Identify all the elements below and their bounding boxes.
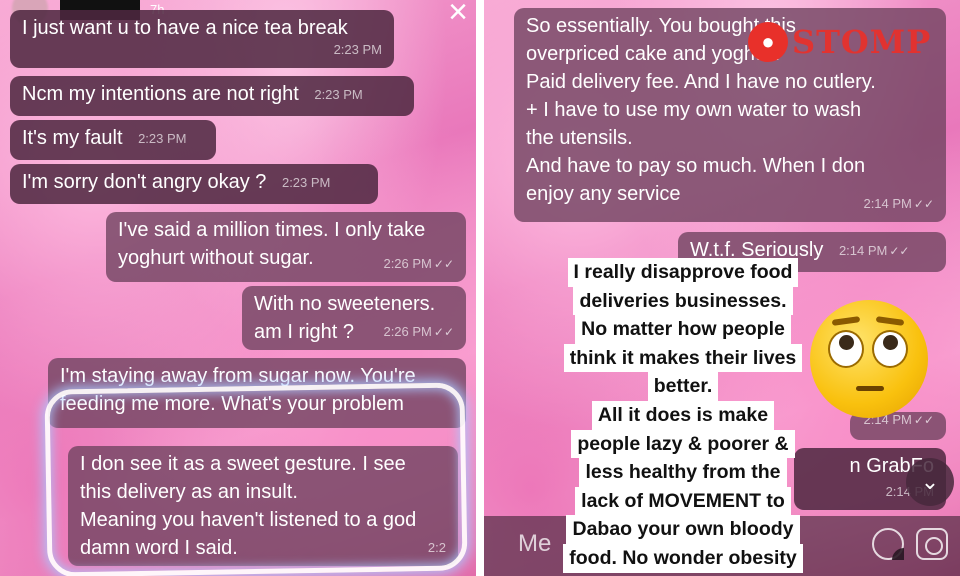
- read-receipt-icon: ✓✓: [889, 243, 910, 258]
- read-receipt-icon: ✓✓: [433, 325, 454, 339]
- story-text-overlay: I really disapprove food deliveries busin…: [548, 258, 818, 573]
- read-receipt-icon: ✓✓: [433, 257, 454, 271]
- message-time: 2:23 PM: [314, 86, 363, 102]
- close-icon[interactable]: ×: [448, 0, 468, 29]
- message-time-text: 2:26 PM: [383, 324, 432, 339]
- story-text-line: lack of MOVEMENT to: [575, 486, 791, 516]
- message-time: 2:23 PM: [138, 130, 187, 146]
- message-time: 2:23 PM: [281, 174, 331, 190]
- chevron-down-icon: ⌄: [920, 469, 940, 494]
- emoji-pupil: [883, 335, 898, 350]
- stomp-logo: ● STOMP: [748, 20, 931, 64]
- message-bubble-incoming: I just want u to have a nice tea break 2…: [10, 10, 394, 68]
- eye-roll-emoji: [810, 300, 928, 418]
- message-text: It's my fault: [22, 127, 123, 149]
- story-text-line: less healthy from the: [579, 458, 787, 487]
- story-text-line: No matter how people: [575, 315, 791, 344]
- read-receipt-icon: ✓✓: [913, 197, 934, 211]
- left-screenshot-panel: 7h × I just want u to have a nice tea br…: [0, 0, 476, 576]
- message-bubble-outgoing: With no sweeteners. am I right ? 2:26 PM…: [242, 286, 466, 350]
- message-time-text: 2:14 PM: [863, 196, 912, 211]
- message-input[interactable]: Me: [518, 530, 551, 558]
- read-receipt-icon: ✓✓: [913, 413, 934, 427]
- story-text-line: food. No wonder obesity: [563, 543, 803, 573]
- footprint-icon: ●: [748, 22, 788, 62]
- story-text-line: Dabao your own bloody: [566, 515, 800, 544]
- story-text-line: people lazy & poorer &: [571, 429, 795, 459]
- story-text-line: deliveries businesses.: [573, 286, 793, 316]
- message-time-text: 2:26 PM: [383, 256, 432, 271]
- emoji-mouth: [856, 386, 884, 391]
- emoji-pupil: [839, 335, 854, 350]
- story-text-line: I really disapprove food: [567, 258, 799, 287]
- highlight-annotation: [44, 382, 468, 576]
- sticker-icon[interactable]: [872, 528, 904, 560]
- message-text: I just want u to have a nice tea break: [22, 17, 348, 39]
- message-bubble-incoming: Ncm my intentions are not right 2:23 PM: [10, 76, 414, 116]
- message-bubble-incoming: It's my fault 2:23 PM: [10, 120, 216, 160]
- emoji-brow: [831, 316, 861, 326]
- scroll-down-button[interactable]: ⌄: [906, 458, 954, 506]
- emoji-eye: [872, 330, 908, 368]
- emoji-eye: [828, 330, 864, 368]
- story-text-line: better.: [647, 372, 719, 401]
- message-time: 2:26 PM ✓✓: [383, 318, 454, 346]
- message-bubble-outgoing: I've said a million times. I only take y…: [106, 212, 466, 282]
- message-text: I'm sorry don't angry okay ?: [22, 171, 267, 193]
- story-text-line: think it makes their lives: [563, 343, 803, 373]
- message-time-wrap: 2:14 PM ✓✓: [839, 237, 910, 265]
- camera-icon[interactable]: [916, 528, 948, 560]
- message-time: 2:26 PM ✓✓: [383, 250, 454, 278]
- message-time: 2:23 PM: [333, 42, 382, 57]
- logo-text: STOMP: [792, 23, 932, 61]
- message-time: 2:14 PM ✓✓: [863, 190, 934, 218]
- story-text-line: All it does is make: [591, 400, 775, 430]
- message-time-text: 2:14 PM: [838, 242, 888, 258]
- emoji-brow: [875, 316, 905, 326]
- message-text: Ncm my intentions are not right: [22, 83, 299, 105]
- message-bubble-incoming: I'm sorry don't angry okay ? 2:23 PM: [10, 164, 378, 204]
